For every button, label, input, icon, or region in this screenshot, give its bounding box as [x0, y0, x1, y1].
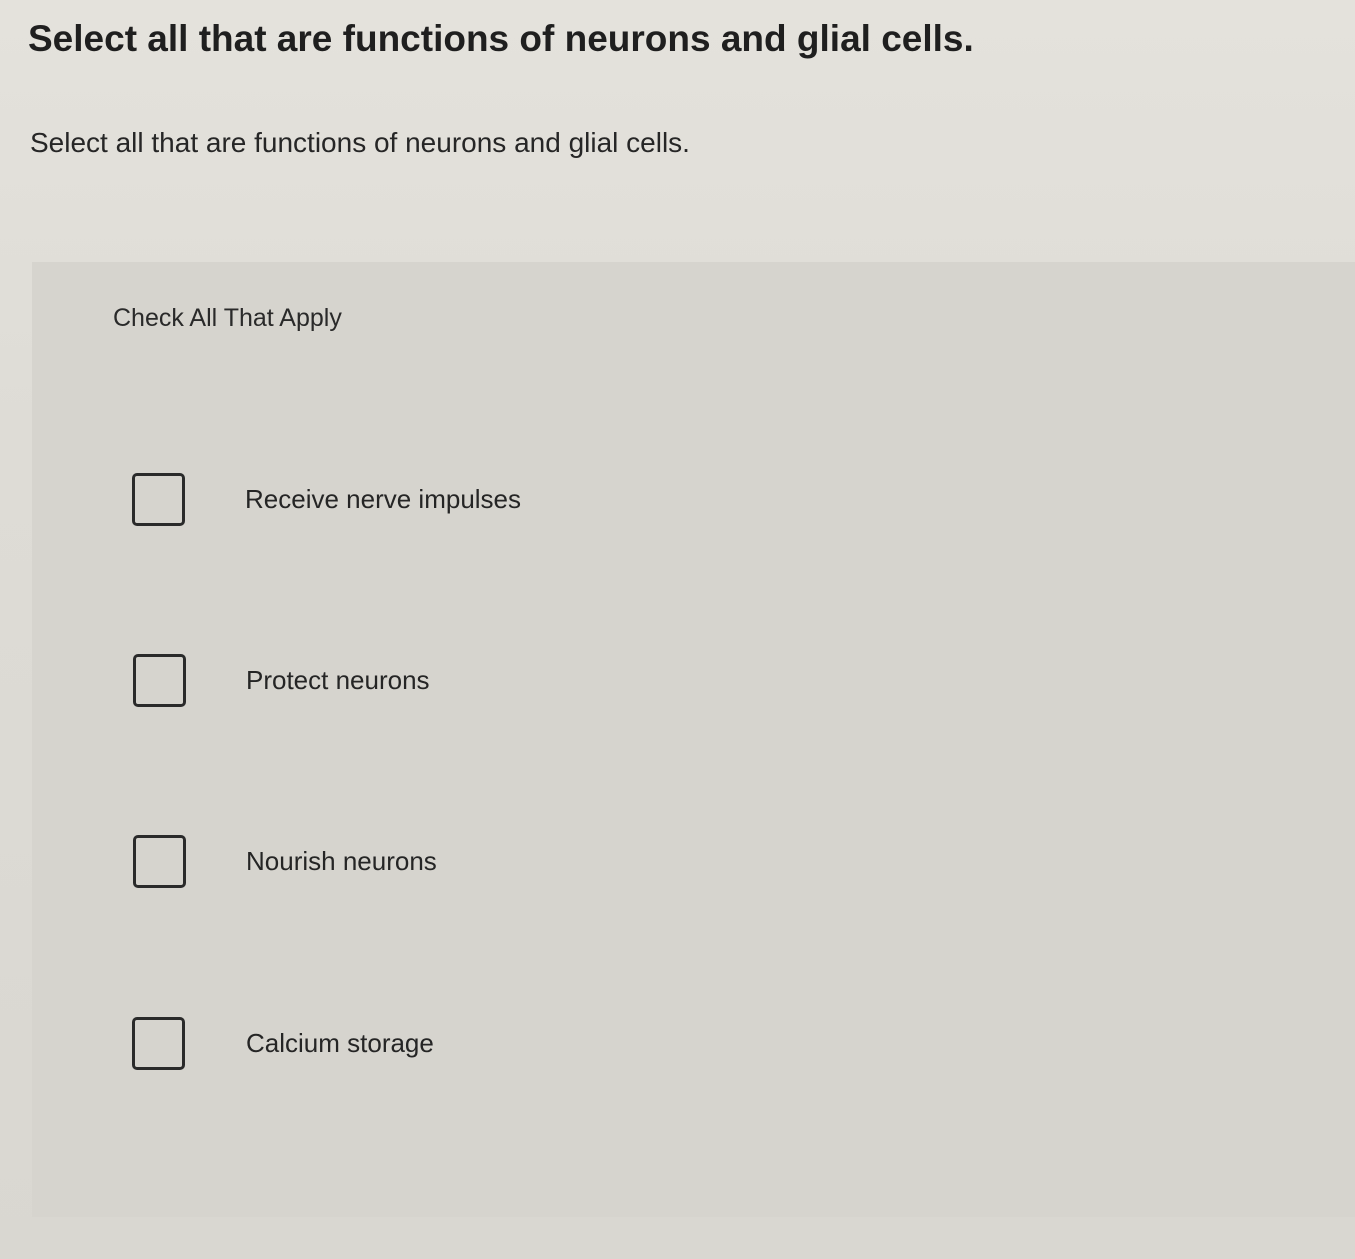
page-title: Select all that are functions of neurons… — [28, 18, 974, 59]
question-page: Select all that are functions of neurons… — [0, 0, 1355, 1259]
option-calcium-storage[interactable]: Calcium storage — [82, 991, 1355, 1096]
option-label: Protect neurons — [246, 665, 430, 695]
option-label: Nourish neurons — [246, 846, 437, 876]
option-label: Receive nerve impulses — [245, 484, 522, 514]
question-prompt: Select all that are functions of neurons… — [30, 127, 690, 158]
checkbox[interactable] — [133, 835, 186, 888]
option-nourish-neurons[interactable]: Nourish neurons — [82, 809, 1355, 914]
option-receive-nerve-impulses[interactable]: Receive nerve impulses — [82, 447, 1355, 552]
answer-panel: Check All That Apply Receive nerve impul… — [32, 262, 1355, 1217]
option-label: Calcium storage — [246, 1028, 434, 1058]
option-protect-neurons[interactable]: Protect neurons — [82, 628, 1355, 733]
checkbox[interactable] — [133, 654, 186, 707]
checkbox[interactable] — [132, 1017, 185, 1070]
checkbox[interactable] — [132, 473, 185, 526]
instructions-label: Check All That Apply — [113, 304, 342, 332]
